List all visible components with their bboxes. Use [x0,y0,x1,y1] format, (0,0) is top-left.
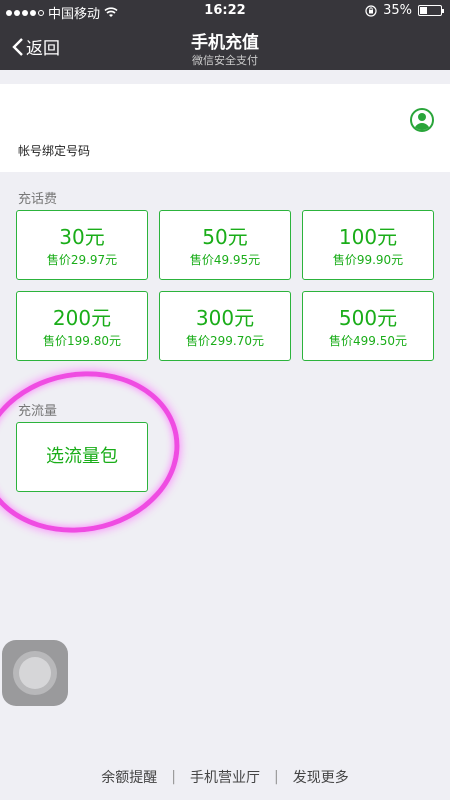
contacts-icon[interactable] [410,108,434,132]
account-binding-label: 帐号绑定号码 [18,144,91,158]
footer-links: 余额提醒 | 手机营业厅 | 发现更多 [0,766,450,788]
recharge-tile-500[interactable]: 500元 售价499.50元 [302,291,434,361]
footer-separator: | [274,769,279,785]
tile-amount: 30元 [59,225,105,249]
recharge-tile-300[interactable]: 300元 售价299.70元 [159,291,291,361]
recharge-section-label: 充话费 [18,192,58,207]
tile-price: 售价49.95元 [189,253,261,267]
battery-icon [418,5,444,16]
assistive-touch-button[interactable] [2,640,68,706]
tile-price: 售价29.97元 [46,253,118,267]
status-bar: 中国移动 16:22 35% [0,0,450,22]
page-subtitle: 微信安全支付 [192,54,258,67]
account-panel: 帐号绑定号码 [0,84,450,172]
tile-amount: 500元 [338,306,398,330]
orientation-lock-icon [365,4,377,17]
recharge-tile-100[interactable]: 100元 售价99.90元 [302,210,434,280]
footer-link-discover-more[interactable]: 发现更多 [293,767,349,787]
tile-amount: 50元 [202,225,248,249]
tile-amount: 300元 [195,306,255,330]
tile-price: 售价499.50元 [329,334,407,348]
tile-amount: 100元 [338,225,398,249]
select-data-plan-button[interactable]: 选流量包 [16,422,148,492]
top-bar: 中国移动 16:22 35% 返回 手机充值 微信安全支付 [0,0,450,70]
navigation-bar: 返回 手机充值 微信安全支付 [0,22,450,70]
footer-link-balance-reminder[interactable]: 余额提醒 [101,767,157,787]
tile-amount: 200元 [52,306,112,330]
battery-percent: 35% [383,3,412,18]
page-title: 手机充值 [191,33,259,53]
recharge-tile-200[interactable]: 200元 售价199.80元 [16,291,148,361]
recharge-tile-30[interactable]: 30元 售价29.97元 [16,210,148,280]
recharge-tile-50[interactable]: 50元 售价49.95元 [159,210,291,280]
tile-price: 售价199.80元 [43,334,121,348]
phone-number-input[interactable] [18,108,23,124]
footer-link-mobile-service-hall[interactable]: 手机营业厅 [190,767,260,787]
data-plan-section-label: 充流量 [18,404,58,419]
footer-separator: | [171,769,176,785]
tile-price: 售价299.70元 [186,334,264,348]
tile-price: 售价99.90元 [332,253,404,267]
